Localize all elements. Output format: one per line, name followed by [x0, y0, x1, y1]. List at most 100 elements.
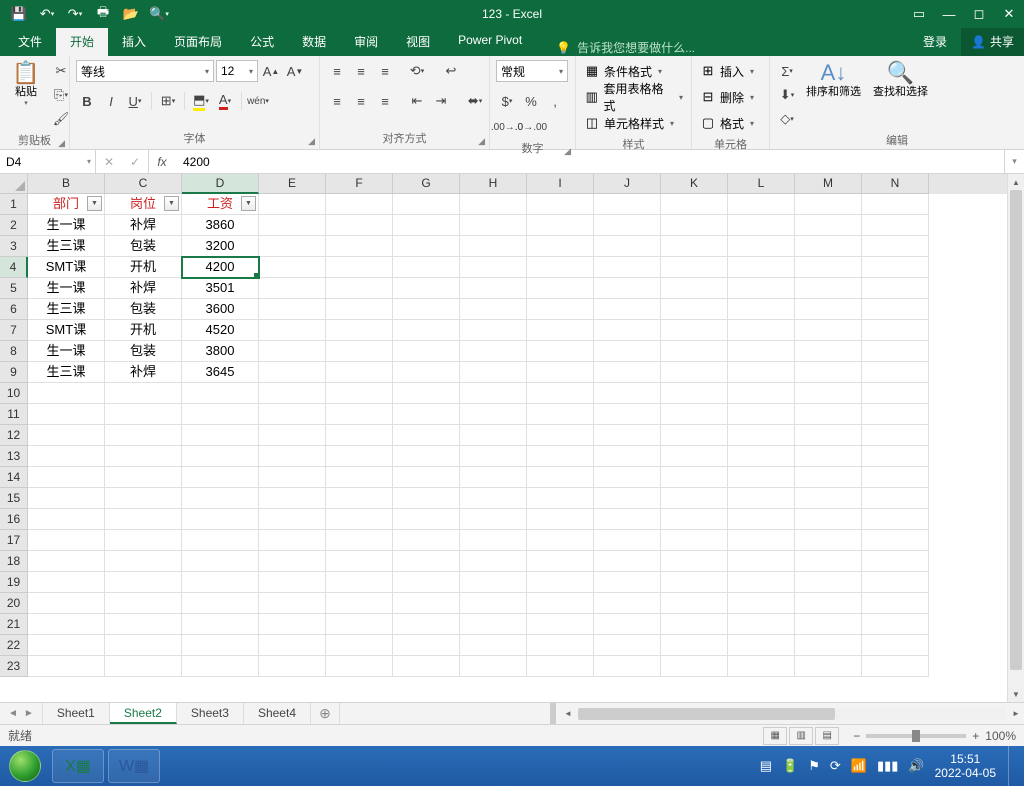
cell-I9[interactable] — [527, 362, 594, 383]
cell-I5[interactable] — [527, 278, 594, 299]
cell-L7[interactable] — [728, 320, 795, 341]
align-middle-icon[interactable]: ≡ — [350, 60, 372, 82]
filter-button[interactable]: ▼ — [241, 196, 256, 211]
tab-页面布局[interactable]: 页面布局 — [160, 27, 236, 56]
taskbar-excel-icon[interactable]: X▦ — [52, 749, 104, 783]
row-header[interactable]: 9 — [0, 362, 28, 383]
tab-审阅[interactable]: 审阅 — [340, 27, 392, 56]
row-header[interactable]: 17 — [0, 530, 28, 551]
cell-F17[interactable] — [326, 530, 393, 551]
cell-E3[interactable] — [259, 236, 326, 257]
tell-me-box[interactable]: 💡 告诉我您想要做什么... — [556, 39, 695, 56]
show-desktop-button[interactable] — [1008, 746, 1020, 786]
cell-G19[interactable] — [393, 572, 460, 593]
cell-M23[interactable] — [795, 656, 862, 677]
decrease-decimal-icon[interactable]: .0→.00 — [520, 116, 542, 138]
splitter[interactable] — [550, 703, 556, 724]
cell-C21[interactable] — [105, 614, 182, 635]
cell-N12[interactable] — [862, 425, 929, 446]
cell-H7[interactable] — [460, 320, 527, 341]
cell-N11[interactable] — [862, 404, 929, 425]
cell-M21[interactable] — [795, 614, 862, 635]
cell-K19[interactable] — [661, 572, 728, 593]
start-button[interactable] — [4, 749, 46, 783]
row-header[interactable]: 14 — [0, 467, 28, 488]
cell-N14[interactable] — [862, 467, 929, 488]
cell-H12[interactable] — [460, 425, 527, 446]
cell-C5[interactable]: 补焊 — [105, 278, 182, 299]
cell-G22[interactable] — [393, 635, 460, 656]
row-header[interactable]: 20 — [0, 593, 28, 614]
cell-C4[interactable]: 开机 — [105, 257, 182, 278]
cell-K23[interactable] — [661, 656, 728, 677]
cell-L12[interactable] — [728, 425, 795, 446]
fill-icon[interactable]: ⬇▾ — [776, 84, 798, 106]
cell-B17[interactable] — [28, 530, 105, 551]
align-left-icon[interactable]: ≡ — [326, 90, 348, 112]
font-size-select[interactable]: 12▾ — [216, 60, 258, 82]
increase-font-icon[interactable]: A▲ — [260, 60, 282, 82]
cell-F22[interactable] — [326, 635, 393, 656]
cell-H5[interactable] — [460, 278, 527, 299]
format-as-table-button[interactable]: ▥套用表格格式▾ — [582, 86, 685, 108]
row-header[interactable]: 6 — [0, 299, 28, 320]
cell-B14[interactable] — [28, 467, 105, 488]
cell-G7[interactable] — [393, 320, 460, 341]
cell-E11[interactable] — [259, 404, 326, 425]
col-header-D[interactable]: D — [182, 174, 259, 194]
page-break-view-icon[interactable]: ▤ — [815, 727, 839, 745]
cell-G1[interactable] — [393, 194, 460, 215]
cell-C8[interactable]: 包装 — [105, 341, 182, 362]
zoom-out-button[interactable]: − — [853, 729, 860, 743]
taskbar-word-icon[interactable]: W▦ — [108, 749, 160, 783]
cell-H6[interactable] — [460, 299, 527, 320]
cell-G15[interactable] — [393, 488, 460, 509]
cell-D7[interactable]: 4520 — [182, 320, 259, 341]
cell-L4[interactable] — [728, 257, 795, 278]
format-painter-icon[interactable]: 🖌 — [50, 108, 72, 130]
cell-L18[interactable] — [728, 551, 795, 572]
cell-D23[interactable] — [182, 656, 259, 677]
cell-C3[interactable]: 包装 — [105, 236, 182, 257]
cell-E13[interactable] — [259, 446, 326, 467]
cell-M9[interactable] — [795, 362, 862, 383]
quick-print-icon[interactable]: 🖶 — [90, 2, 116, 26]
cell-N16[interactable] — [862, 509, 929, 530]
row-header[interactable]: 21 — [0, 614, 28, 635]
cell-C10[interactable] — [105, 383, 182, 404]
cell-F3[interactable] — [326, 236, 393, 257]
cell-J11[interactable] — [594, 404, 661, 425]
fx-icon[interactable]: fx — [149, 150, 175, 173]
tab-公式[interactable]: 公式 — [236, 27, 288, 56]
cell-I18[interactable] — [527, 551, 594, 572]
cell-D3[interactable]: 3200 — [182, 236, 259, 257]
cell-M19[interactable] — [795, 572, 862, 593]
cell-M20[interactable] — [795, 593, 862, 614]
cell-I17[interactable] — [527, 530, 594, 551]
row-header[interactable]: 22 — [0, 635, 28, 656]
cell-K10[interactable] — [661, 383, 728, 404]
cell-D21[interactable] — [182, 614, 259, 635]
copy-icon[interactable]: ⎘▾ — [50, 84, 72, 106]
cell-F16[interactable] — [326, 509, 393, 530]
col-header-K[interactable]: K — [661, 174, 728, 194]
delete-cells-button[interactable]: ⊟删除▾ — [698, 86, 756, 108]
cell-J14[interactable] — [594, 467, 661, 488]
cell-I23[interactable] — [527, 656, 594, 677]
format-cells-button[interactable]: ▢格式▾ — [698, 112, 756, 134]
cell-K5[interactable] — [661, 278, 728, 299]
expand-formula-icon[interactable]: ▾ — [1004, 150, 1024, 173]
cell-styles-button[interactable]: ◫单元格样式▾ — [582, 112, 676, 134]
cell-J22[interactable] — [594, 635, 661, 656]
row-header[interactable]: 12 — [0, 425, 28, 446]
cell-M3[interactable] — [795, 236, 862, 257]
hscroll-thumb[interactable] — [578, 708, 835, 720]
cell-M6[interactable] — [795, 299, 862, 320]
cell-G12[interactable] — [393, 425, 460, 446]
add-sheet-button[interactable]: ⊕ — [311, 703, 339, 724]
cell-K15[interactable] — [661, 488, 728, 509]
cell-N5[interactable] — [862, 278, 929, 299]
cell-L19[interactable] — [728, 572, 795, 593]
scroll-left-icon[interactable]: ◄ — [560, 709, 576, 718]
cell-D9[interactable]: 3645 — [182, 362, 259, 383]
